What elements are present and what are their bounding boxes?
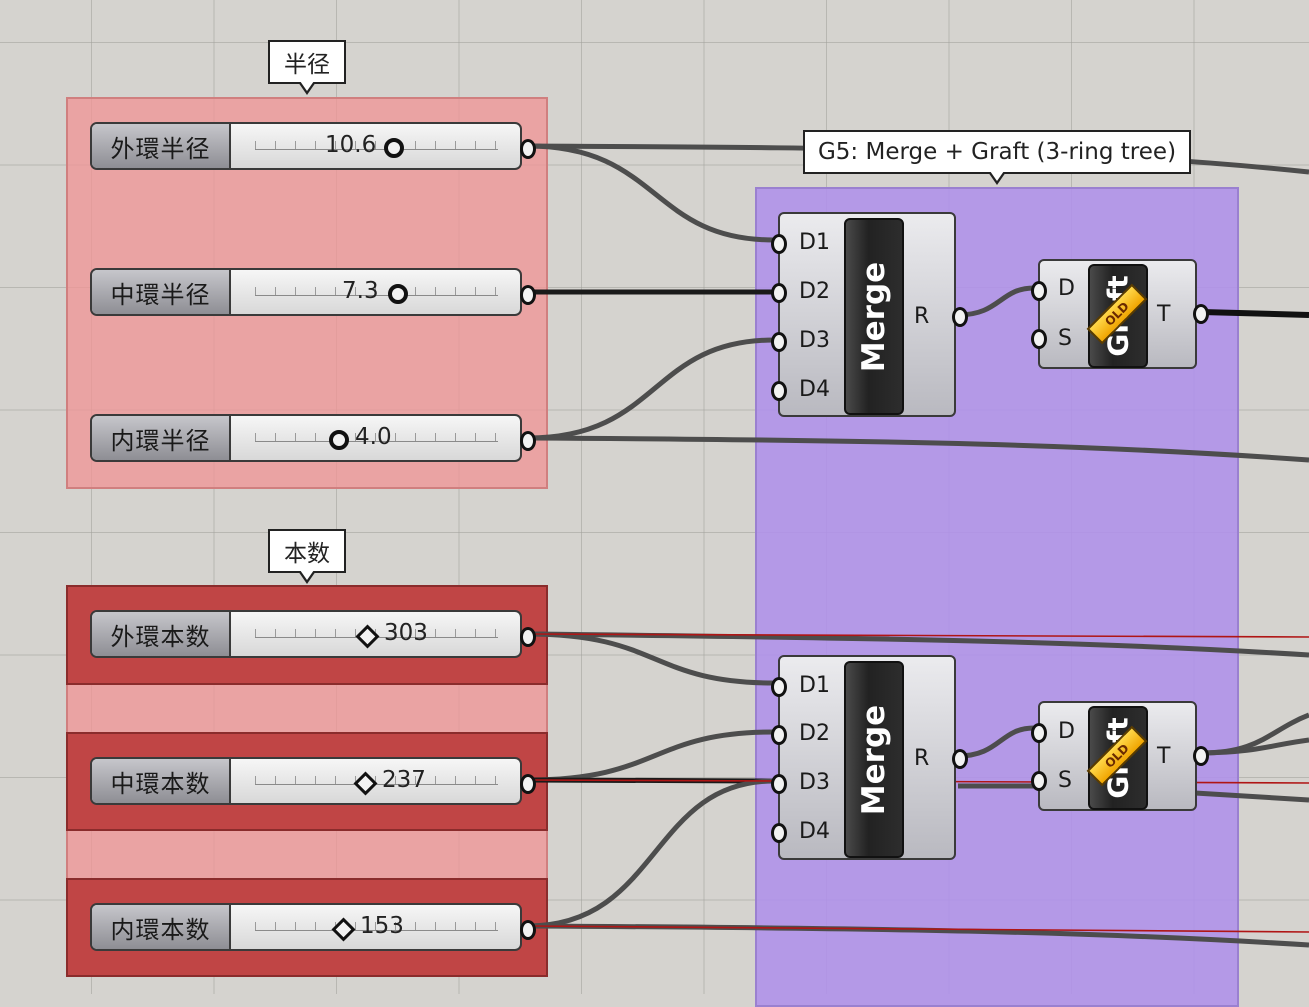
input-d4[interactable]: D4	[799, 377, 830, 402]
input-port[interactable]	[771, 381, 787, 401]
slider-name: 外環本数	[92, 612, 231, 656]
input-port[interactable]	[771, 823, 787, 843]
input-d4[interactable]: D4	[799, 819, 830, 844]
output-port[interactable]	[520, 285, 536, 305]
input-port[interactable]	[771, 774, 787, 794]
input-d1[interactable]: D1	[799, 673, 830, 698]
output-port[interactable]	[520, 774, 536, 794]
output-port[interactable]	[520, 139, 536, 159]
merge-core[interactable]: Merge	[844, 661, 904, 858]
input-port[interactable]	[771, 725, 787, 745]
slider-name: 内環半径	[92, 416, 231, 460]
graft-component-1[interactable]: Graft OLD D S T	[1031, 259, 1209, 369]
output-t[interactable]: T	[1157, 302, 1170, 327]
slider-value: 153	[360, 913, 404, 939]
slider-track[interactable]	[255, 137, 498, 150]
wire-outer-count-merge	[527, 631, 775, 686]
input-d2[interactable]: D2	[799, 279, 830, 304]
input-port[interactable]	[1031, 281, 1047, 301]
slider-value: 7.3	[342, 278, 379, 304]
wire-middle-count-merge	[527, 729, 775, 783]
wire-outer-radius-merge	[527, 143, 775, 243]
input-d1[interactable]: D1	[799, 230, 830, 255]
inner-count-slider[interactable]: 内環本数 153	[90, 903, 536, 951]
slider-value: 4.0	[355, 424, 392, 450]
output-port[interactable]	[520, 627, 536, 647]
middle-radius-slider[interactable]: 中環半径 7.3	[90, 268, 536, 316]
slider-grip[interactable]	[329, 430, 349, 450]
wire-inner-radius-merge	[527, 337, 775, 441]
input-port[interactable]	[1031, 771, 1047, 791]
input-s[interactable]: S	[1058, 768, 1072, 793]
output-port[interactable]	[520, 920, 536, 940]
wire-merge-graft-1	[957, 285, 1035, 318]
graft-component-2[interactable]: Graft OLD D S T	[1031, 701, 1209, 811]
input-port[interactable]	[771, 677, 787, 697]
output-t[interactable]: T	[1157, 744, 1170, 769]
merge-core[interactable]: Merge	[844, 218, 904, 415]
outer-count-slider[interactable]: 外環本数 303	[90, 610, 536, 658]
slider-grip[interactable]	[384, 138, 404, 158]
slider-name: 中環本数	[92, 759, 231, 803]
output-port[interactable]	[952, 749, 968, 769]
slider-grip[interactable]	[388, 284, 408, 304]
slider-name: 外環半径	[92, 124, 231, 168]
slider-name: 中環半径	[92, 270, 231, 314]
slider-value: 303	[384, 620, 428, 646]
inner-radius-slider[interactable]: 内環半径 4.0	[90, 414, 536, 462]
g5-group-label: G5: Merge + Graft (3-ring tree)	[803, 130, 1191, 185]
output-r[interactable]: R	[914, 304, 929, 329]
input-d3[interactable]: D3	[799, 328, 830, 353]
slider-name: 内環本数	[92, 905, 231, 949]
wire-inner-radius-out	[527, 435, 1309, 463]
middle-count-slider[interactable]: 中環本数 237	[90, 757, 536, 805]
merge-component-1[interactable]: Merge D1 D2 D3 D4 R	[771, 212, 968, 417]
radius-group-label: 半径	[268, 40, 346, 95]
output-port[interactable]	[952, 307, 968, 327]
slider-value: 10.6	[325, 132, 377, 158]
input-port[interactable]	[1031, 329, 1047, 349]
wire-inner-count-merge	[527, 778, 775, 929]
output-port[interactable]	[1193, 746, 1209, 766]
input-port[interactable]	[771, 283, 787, 303]
input-s[interactable]: S	[1058, 326, 1072, 351]
outer-radius-slider[interactable]: 外環半径 10.6	[90, 122, 536, 170]
input-d3[interactable]: D3	[799, 770, 830, 795]
input-d2[interactable]: D2	[799, 721, 830, 746]
wire-graft-out-1	[1201, 309, 1309, 318]
count-group-label: 本数	[268, 529, 346, 584]
input-port[interactable]	[1031, 723, 1047, 743]
merge-component-2[interactable]: Merge D1 D2 D3 D4 R	[771, 655, 968, 860]
output-port[interactable]	[520, 431, 536, 451]
input-d[interactable]: D	[1058, 719, 1075, 744]
input-d[interactable]: D	[1058, 276, 1075, 301]
wire-merge-graft-2	[957, 725, 1035, 759]
output-r[interactable]: R	[914, 746, 929, 771]
wire-graft-through	[1194, 790, 1309, 803]
merge-title: Merge	[856, 704, 892, 815]
input-port[interactable]	[771, 234, 787, 254]
merge-title: Merge	[856, 261, 892, 372]
output-port[interactable]	[1193, 304, 1209, 324]
input-port[interactable]	[771, 332, 787, 352]
slider-value: 237	[382, 767, 426, 793]
